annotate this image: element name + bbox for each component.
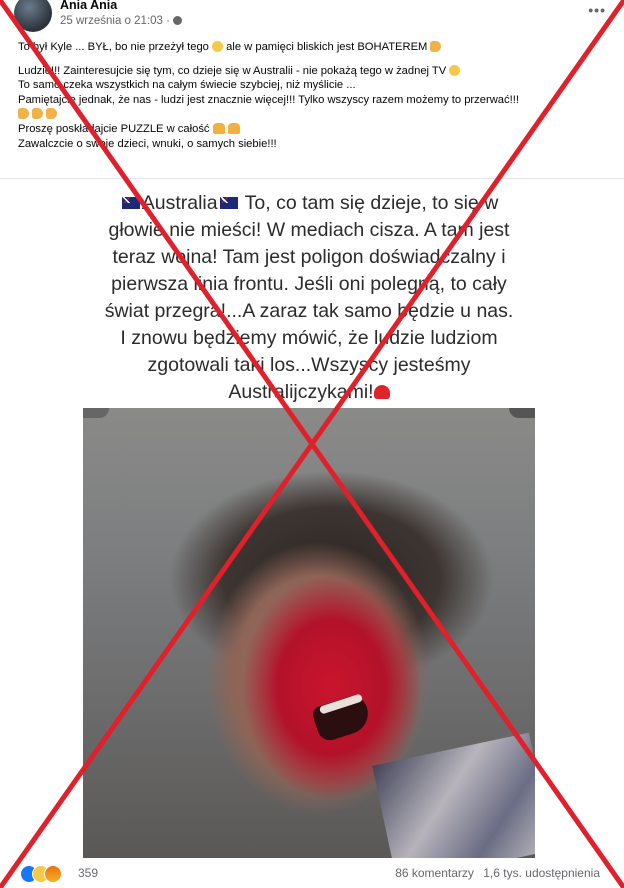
overlay-line-7: zgotowali taki los...Wszyscy jesteśmy bbox=[147, 354, 471, 376]
overlay-line-2: głowie nie mieści! W mediach cisza. A ta… bbox=[108, 219, 510, 241]
avatar[interactable] bbox=[14, 0, 52, 32]
post-timestamp[interactable]: 25 września o 21:03 · bbox=[60, 15, 182, 27]
post-footer: 359 86 komentarzy 1,6 tys. udostępnienia bbox=[0, 858, 624, 888]
overlay-line-5: świat przegra!...A zaraz tak samo będzie… bbox=[104, 300, 514, 322]
post-header: Ania Ania 25 września o 21:03 · ••• bbox=[0, 0, 624, 34]
post-line-5-text: Proszę poskładajcie PUZZLE w całość bbox=[18, 122, 210, 135]
shares-count[interactable]: 1,6 tys. udostępnienia bbox=[483, 866, 600, 880]
flexed-arm-icon bbox=[430, 41, 442, 52]
divider bbox=[0, 178, 624, 179]
heart-icon bbox=[373, 385, 390, 399]
post-line-3: To samo czeka wszystkich na całym świeci… bbox=[18, 79, 356, 92]
flexed-arm-icon bbox=[46, 108, 58, 120]
flexed-arm-icon bbox=[32, 108, 44, 120]
post-line-arms bbox=[18, 107, 618, 122]
overlay-line-1-text: To, co tam się dzieje, to się w bbox=[244, 192, 499, 214]
post-line-5: Proszę poskładajcie PUZZLE w całość bbox=[18, 122, 618, 137]
overlay-australia: Australia bbox=[141, 192, 218, 214]
reaction-count[interactable]: 359 bbox=[78, 866, 98, 880]
photo-bloodied-face bbox=[83, 408, 535, 858]
post-line-1-tail: ale w pamięci bliskich jest BOHATEREM bbox=[226, 41, 428, 53]
emoji-face-icon bbox=[212, 41, 224, 52]
post-line-1-text: To był Kyle ... BYŁ, bo nie przeżył tego bbox=[18, 41, 209, 53]
overlay-line-8-text: Australijczykami! bbox=[228, 381, 374, 403]
folded-hands-icon bbox=[212, 122, 225, 134]
overlay-line-1: Australia To, co tam się dzieje, to się … bbox=[80, 190, 538, 217]
image-overlay-text: Australia To, co tam się dzieje, to się … bbox=[80, 190, 538, 406]
post-stats: 86 komentarzy 1,6 tys. udostępnienia bbox=[389, 866, 600, 880]
overlay-line-4: pierwsza linia frontu. Jeśli oni polegną… bbox=[111, 273, 507, 295]
post-line-2-text: Ludzie!!! Zainteresujcie się tym, co dzi… bbox=[18, 64, 447, 77]
photo-corner bbox=[509, 408, 535, 418]
author-name[interactable]: Ania Ania bbox=[60, 0, 117, 12]
emoji-face-icon bbox=[449, 64, 461, 76]
post-image[interactable]: Australia To, co tam się dzieje, to się … bbox=[80, 180, 538, 858]
angry-icon bbox=[44, 865, 62, 883]
australia-flag-icon bbox=[219, 197, 238, 209]
globe-icon bbox=[172, 16, 182, 25]
post-line-4: Pamiętajcie jednak, że nas - ludzi jest … bbox=[18, 93, 519, 106]
overlay-line-3: teraz wojna! Tam jest poligon doświadcza… bbox=[112, 246, 506, 268]
overlay-line-6: I znowu będziemy mówić, że ludzie ludzio… bbox=[120, 327, 498, 349]
photo-shirt bbox=[372, 732, 535, 858]
overlay-line-8: Australijczykami! bbox=[80, 379, 538, 406]
flexed-arm-icon bbox=[18, 108, 29, 120]
australia-flag-icon bbox=[121, 197, 140, 209]
photo-corner bbox=[83, 408, 109, 418]
comments-count[interactable]: 86 komentarzy bbox=[395, 866, 474, 880]
post-text: To był Kyle ... BYŁ, bo nie przeżył tego… bbox=[18, 40, 618, 160]
post-line-1: To był Kyle ... BYŁ, bo nie przeżył tego… bbox=[18, 40, 618, 55]
post-line-6: Zawalczcie o swoje dzieci, wnuki, o samy… bbox=[18, 137, 277, 150]
timestamp-text[interactable]: 25 września o 21:03 · bbox=[60, 15, 170, 27]
post-line-2: Ludzie!!! Zainteresujcie się tym, co dzi… bbox=[18, 64, 618, 79]
folded-hands-icon bbox=[227, 122, 240, 134]
ellipsis-icon[interactable]: ••• bbox=[588, 2, 606, 18]
